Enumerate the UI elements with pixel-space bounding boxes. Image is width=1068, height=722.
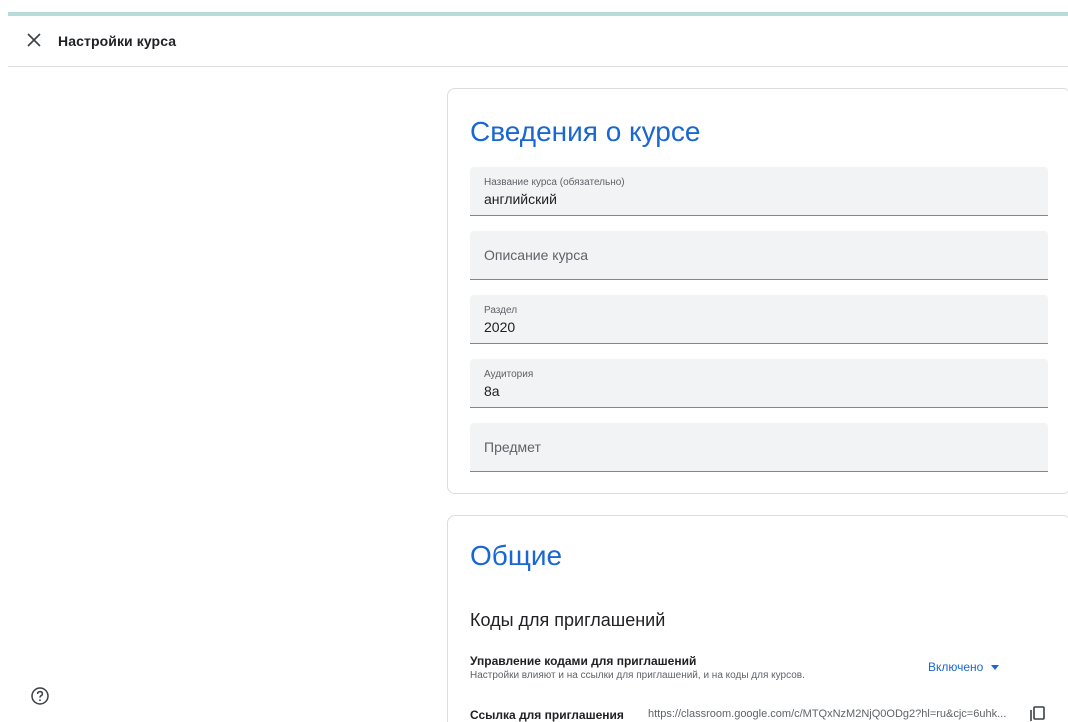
room-value: 8а [484, 383, 500, 399]
help-button[interactable] [30, 686, 50, 706]
invite-link-label: Ссылка для приглашения [470, 708, 624, 722]
invite-link-url[interactable]: https://classroom.google.com/c/MTQxNzM2N… [648, 708, 1024, 720]
course-info-card: Сведения о курсе Название курса (обязате… [447, 88, 1068, 494]
invite-codes-dropdown[interactable]: Включено [928, 658, 1000, 676]
copy-link-button[interactable] [1028, 704, 1048, 722]
section-field[interactable]: Раздел 2020 [470, 295, 1048, 344]
course-settings-page: Настройки курса Сведения о курсе Названи… [0, 0, 1068, 722]
course-info-title: Сведения о курсе [470, 116, 701, 147]
general-card: Общие Коды для приглашений Управление ко… [447, 515, 1068, 722]
course-name-value: английский [484, 191, 557, 207]
close-icon [27, 33, 41, 47]
course-description-field[interactable]: Описание курса [470, 231, 1048, 280]
app-header: Настройки курса [8, 16, 1068, 67]
invite-codes-dropdown-value: Включено [928, 660, 984, 674]
room-field[interactable]: Аудитория 8а [470, 359, 1048, 408]
room-label: Аудитория [484, 369, 534, 380]
section-value: 2020 [484, 319, 516, 335]
course-name-label: Название курса (обязательно) [484, 177, 625, 188]
manage-codes-title: Управление кодами для приглашений [470, 654, 697, 668]
course-description-placeholder: Описание курса [484, 247, 589, 263]
course-name-field[interactable]: Название курса (обязательно) английский [470, 167, 1048, 216]
subject-placeholder: Предмет [484, 439, 541, 455]
subject-field[interactable]: Предмет [470, 423, 1048, 472]
page-title: Настройки курса [58, 33, 177, 49]
copy-icon [1030, 706, 1045, 721]
close-button[interactable] [22, 28, 46, 52]
general-title: Общие [470, 540, 563, 571]
invite-codes-heading: Коды для приглашений [470, 610, 666, 630]
caret-down-icon [991, 664, 1000, 670]
help-icon [31, 687, 49, 705]
section-label: Раздел [484, 305, 518, 316]
manage-codes-description: Настройки влияют и на ссылки для приглаш… [470, 670, 805, 681]
